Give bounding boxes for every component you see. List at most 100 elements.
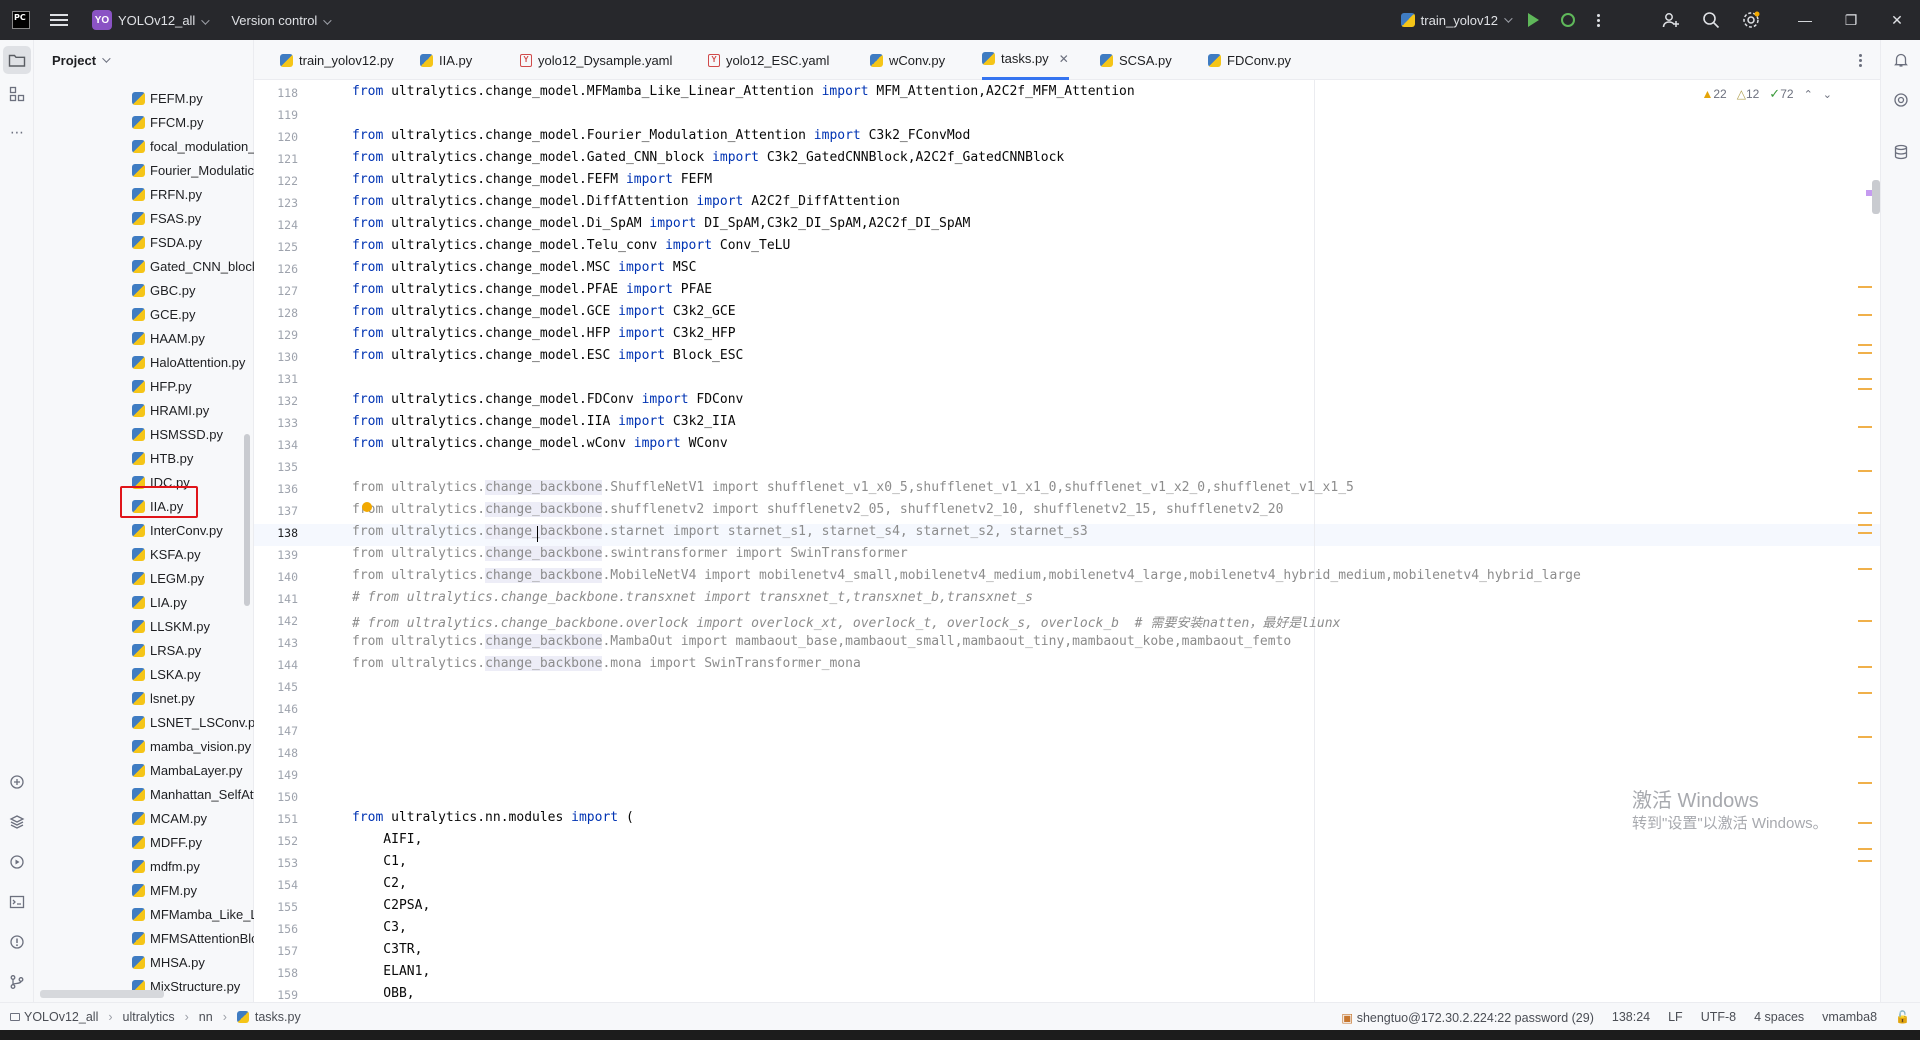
line-number[interactable]: 147: [254, 724, 298, 738]
file-tree-item[interactable]: LIA.py: [132, 592, 187, 612]
error-stripe-mark[interactable]: [1858, 822, 1872, 824]
file-tree-item[interactable]: HAAM.py: [132, 328, 205, 348]
file-tree-item[interactable]: MFMamba_Like_L: [132, 904, 258, 924]
code-line[interactable]: # from ultralytics.change_backbone.trans…: [352, 590, 1033, 605]
code-line[interactable]: AIFI,: [352, 832, 422, 847]
file-tree-item[interactable]: FSDA.py: [132, 232, 202, 252]
breadcrumb-file[interactable]: tasks.py: [236, 1010, 301, 1024]
error-stripe-mark[interactable]: [1858, 378, 1872, 380]
breadcrumb-ultralytics[interactable]: ultralytics: [123, 1010, 175, 1024]
file-tree-item[interactable]: LLSKM.py: [132, 616, 210, 636]
previous-highlight-icon[interactable]: ⌃: [1804, 88, 1813, 101]
file-tree-item[interactable]: focal_modulation_: [132, 136, 256, 156]
file-tree-item[interactable]: LRSA.py: [132, 640, 201, 660]
file-tree-item[interactable]: HFP.py: [132, 376, 192, 396]
file-tree-item[interactable]: KSFA.py: [132, 544, 201, 564]
line-number[interactable]: 142: [254, 614, 298, 628]
remote-interpreter-host[interactable]: ▣ shengtuo@172.30.2.224:22 password (29): [1341, 1010, 1593, 1025]
notifications-icon[interactable]: [1891, 50, 1911, 70]
git-branch-icon[interactable]: [7, 972, 27, 992]
version-control-widget[interactable]: Version control: [231, 13, 332, 28]
more-actions-icon[interactable]: [1597, 13, 1600, 27]
close-window-button[interactable]: ✕: [1874, 0, 1920, 40]
line-number[interactable]: 155: [254, 900, 298, 914]
line-number[interactable]: 156: [254, 922, 298, 936]
error-stripe-mark[interactable]: [1858, 352, 1872, 354]
line-number[interactable]: 159: [254, 988, 298, 1002]
code-line[interactable]: C1,: [352, 854, 407, 869]
file-tree-item[interactable]: GBC.py: [132, 280, 196, 300]
code-editor[interactable]: 118 from ultralytics.change_model.MFMamba…: [254, 80, 1880, 1002]
file-tree-item[interactable]: lsnet.py: [132, 688, 195, 708]
project-folder-icon[interactable]: [3, 46, 31, 74]
line-number[interactable]: 134: [254, 438, 298, 452]
line-number[interactable]: 150: [254, 790, 298, 804]
code-line[interactable]: from ultralytics.change_backbone.swintra…: [352, 546, 908, 561]
file-tree-item[interactable]: MHSA.py: [132, 952, 205, 972]
file-tree-item[interactable]: InterConv.py: [132, 520, 223, 540]
line-number[interactable]: 154: [254, 878, 298, 892]
line-number[interactable]: 118: [254, 86, 298, 100]
main-menu-icon[interactable]: [50, 14, 68, 26]
tab-yolo12-esc-yaml[interactable]: Yyolo12_ESC.yaml: [708, 40, 829, 80]
services-icon[interactable]: [7, 852, 27, 872]
line-number[interactable]: 124: [254, 218, 298, 232]
tab-wconv-py[interactable]: wConv.py: [870, 40, 945, 80]
line-number[interactable]: 120: [254, 130, 298, 144]
file-tree-item[interactable]: HRAMI.py: [132, 400, 209, 420]
restore-button[interactable]: ❐: [1828, 0, 1874, 40]
project-panel-scrollbar[interactable]: [244, 434, 250, 606]
minimize-button[interactable]: —: [1782, 0, 1828, 40]
code-line[interactable]: OBB,: [352, 986, 414, 1001]
code-line[interactable]: C2PSA,: [352, 898, 430, 913]
file-tree-item[interactable]: MFM.py: [132, 880, 197, 900]
code-line[interactable]: from ultralytics.change_model.HFP import…: [352, 326, 736, 341]
code-line[interactable]: from ultralytics.change_model.MSC import…: [352, 260, 696, 275]
error-stripe-mark[interactable]: [1858, 568, 1872, 570]
file-tree-item[interactable]: GCE.py: [132, 304, 196, 324]
error-stripe-mark[interactable]: [1858, 620, 1872, 622]
close-tab-icon[interactable]: ✕: [1059, 52, 1069, 66]
file-tree-item[interactable]: HSMSSD.py: [132, 424, 223, 444]
line-number[interactable]: 131: [254, 372, 298, 386]
file-tree-item[interactable]: Fourier_Modulatic: [132, 160, 254, 180]
python-interpreter[interactable]: vmamba8: [1822, 1010, 1877, 1024]
error-stripe-mark[interactable]: [1858, 512, 1872, 514]
code-line[interactable]: from ultralytics.change_backbone.MambaOu…: [352, 634, 1291, 649]
error-stripe-mark[interactable]: [1858, 470, 1872, 472]
code-line[interactable]: from ultralytics.change_backbone.starnet…: [352, 524, 1088, 539]
file-encoding[interactable]: UTF-8: [1701, 1010, 1736, 1024]
line-number[interactable]: 129: [254, 328, 298, 342]
terminal-icon[interactable]: [7, 892, 27, 912]
error-stripe-mark[interactable]: [1858, 426, 1872, 428]
tab-tasks-py[interactable]: tasks.py ✕: [982, 40, 1069, 80]
line-number[interactable]: 153: [254, 856, 298, 870]
line-number[interactable]: 123: [254, 196, 298, 210]
file-tree-item[interactable]: mamba_vision.py: [132, 736, 251, 756]
project-badge[interactable]: YO: [92, 10, 112, 30]
file-tree-item[interactable]: FEFM.py: [132, 88, 203, 108]
line-number[interactable]: 157: [254, 944, 298, 958]
error-stripe-mark[interactable]: [1858, 388, 1872, 390]
file-tree-item[interactable]: LSKA.py: [132, 664, 201, 684]
line-number[interactable]: 127: [254, 284, 298, 298]
indent-setting[interactable]: 4 spaces: [1754, 1010, 1804, 1024]
project-widget[interactable]: YOLOv12_all: [118, 13, 210, 28]
tab-iia-py[interactable]: IIA.py: [420, 40, 472, 80]
tab-train-yolov12-py[interactable]: train_yolov12.py: [280, 40, 394, 80]
editor-scrollbar[interactable]: [1872, 180, 1880, 214]
file-tree-item[interactable]: mdfm.py: [132, 856, 200, 876]
code-line[interactable]: from ultralytics.change_backbone.shuffle…: [352, 502, 1283, 517]
file-tree-item[interactable]: FRFN.py: [132, 184, 202, 204]
error-stripe-mark[interactable]: [1858, 848, 1872, 850]
add-user-icon[interactable]: [1662, 11, 1680, 29]
file-lock-icon[interactable]: 🔓: [1895, 1010, 1910, 1024]
next-highlight-icon[interactable]: ⌄: [1823, 88, 1832, 101]
error-stripe-mark[interactable]: [1858, 666, 1872, 668]
code-line[interactable]: from ultralytics.change_backbone.MobileN…: [352, 568, 1581, 583]
line-number[interactable]: 137: [254, 504, 298, 518]
line-number[interactable]: 126: [254, 262, 298, 276]
file-tree-item[interactable]: MCAM.py: [132, 808, 207, 828]
file-tree-item[interactable]: MambaLayer.py: [132, 760, 243, 780]
code-line[interactable]: from ultralytics.change_model.IIA import…: [352, 414, 736, 429]
